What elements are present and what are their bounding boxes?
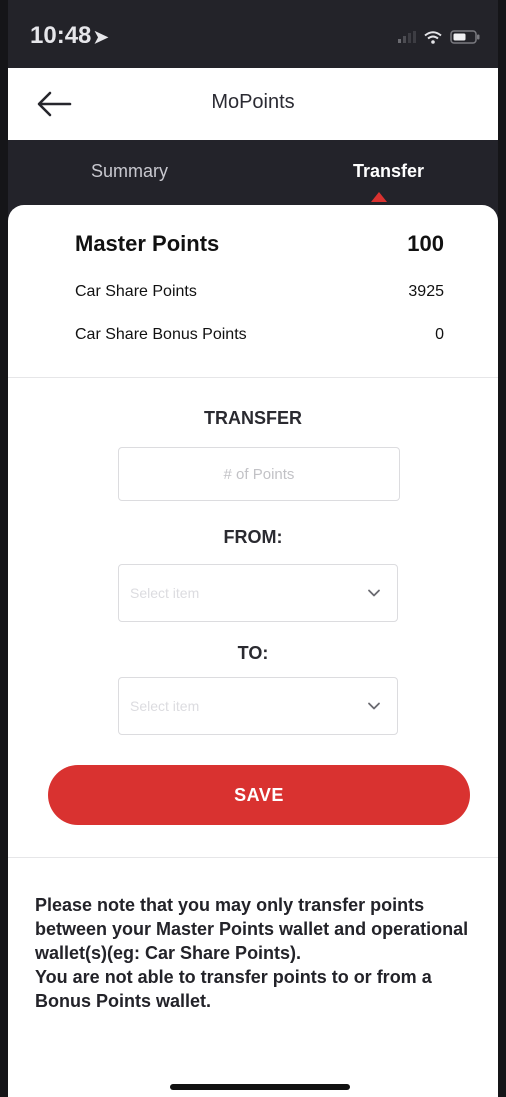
- master-points-label: Master Points: [75, 231, 220, 256]
- to-select[interactable]: Select item: [118, 677, 398, 735]
- to-label: TO:: [237, 643, 269, 663]
- status-time-text: 10:48: [30, 22, 92, 49]
- to-select-value: Select item: [130, 698, 200, 714]
- page-title: MoPoints: [211, 91, 295, 113]
- points-field: [118, 447, 400, 501]
- car-share-bonus-points-value: 0: [435, 326, 444, 343]
- home-indicator: [170, 1084, 350, 1090]
- chevron-down-icon: [368, 589, 380, 597]
- transfer-form: TRANSFER FROM: Select item TO: Select it…: [8, 377, 498, 857]
- tab-transfer[interactable]: Transfer: [353, 161, 424, 182]
- car-share-bonus-points-row: Car Share Bonus Points 0: [75, 326, 444, 344]
- status-bar: 10:48 ➤: [8, 0, 498, 68]
- from-select[interactable]: Select item: [118, 564, 398, 622]
- points-input[interactable]: [119, 448, 399, 500]
- master-points-row: Master Points 100: [75, 231, 444, 257]
- car-share-points-label: Car Share Points: [75, 283, 197, 300]
- frame-edge-left: [0, 0, 8, 1097]
- from-label: FROM:: [223, 527, 283, 547]
- note-line-1: Please note that you may only transfer p…: [35, 895, 469, 963]
- battery-icon: [450, 30, 480, 44]
- frame-edge-right: [498, 0, 506, 1097]
- transfer-card: Master Points 100 Car Share Points 3925 …: [8, 205, 498, 1057]
- signal-icon: [398, 31, 416, 43]
- from-select-value: Select item: [130, 585, 200, 601]
- location-arrow-icon: ➤: [93, 27, 109, 47]
- active-tab-indicator: [371, 192, 387, 202]
- chevron-down-icon: [368, 702, 380, 710]
- master-points-value: 100: [407, 231, 444, 256]
- app-screen: 10:48 ➤ MoPoints Summary Transfer Master…: [0, 0, 506, 1097]
- transfer-note: Please note that you may only transfer p…: [8, 857, 498, 1013]
- save-button[interactable]: SAVE: [48, 765, 470, 825]
- status-time: 10:48 ➤: [30, 22, 108, 50]
- note-line-2: You are not able to transfer points to o…: [35, 967, 432, 1011]
- status-icons: [398, 30, 480, 44]
- car-share-bonus-points-label: Car Share Bonus Points: [75, 326, 247, 343]
- wifi-icon: [424, 30, 442, 44]
- navigation-bar: MoPoints: [8, 68, 498, 140]
- car-share-points-row: Car Share Points 3925: [75, 283, 444, 301]
- transfer-label: TRANSFER: [204, 408, 302, 428]
- tab-summary[interactable]: Summary: [91, 161, 168, 182]
- points-summary: Master Points 100 Car Share Points 3925 …: [8, 205, 498, 377]
- car-share-points-value: 3925: [408, 283, 444, 300]
